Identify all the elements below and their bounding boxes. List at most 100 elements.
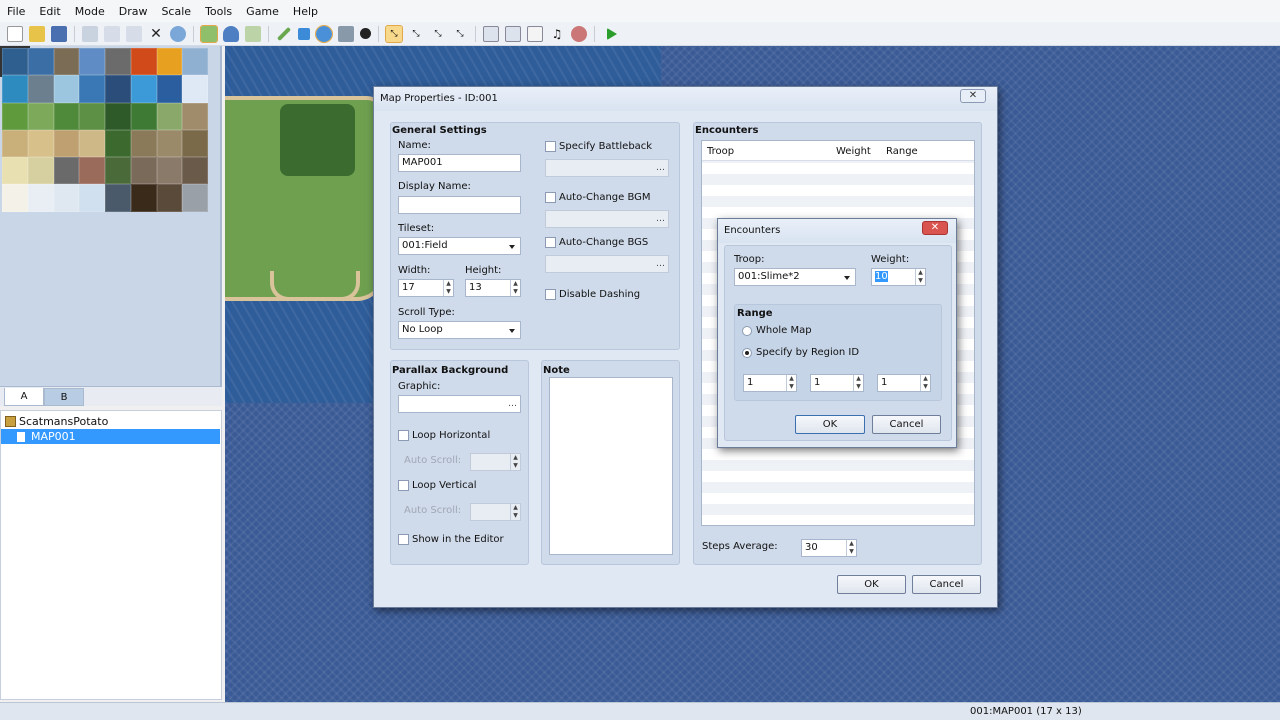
tile[interactable] — [27, 102, 54, 130]
tile[interactable] — [130, 75, 157, 103]
ellipse-icon[interactable] — [315, 24, 333, 43]
tile[interactable] — [105, 157, 131, 185]
shadow-pen-icon[interactable] — [360, 28, 371, 39]
region-mode-icon[interactable] — [245, 25, 261, 42]
steps-average-stepper[interactable]: 30 ▲ ▼ — [801, 539, 857, 557]
character-generator-icon[interactable] — [571, 25, 587, 42]
cancel-button[interactable]: Cancel — [912, 575, 981, 594]
copy-icon[interactable] — [104, 25, 120, 42]
zoom-half-icon[interactable]: ⤡ — [408, 26, 424, 42]
column-weight[interactable]: Weight — [836, 146, 871, 157]
tile[interactable] — [2, 102, 28, 130]
tile[interactable] — [130, 184, 157, 212]
width-spin-arrows[interactable]: ▲ ▼ — [443, 280, 453, 296]
troop-select[interactable]: 001:Slime*2 — [734, 268, 856, 286]
column-range[interactable]: Range — [886, 146, 918, 157]
tile[interactable] — [156, 48, 183, 76]
tile[interactable] — [105, 184, 131, 212]
undo-icon[interactable] — [170, 25, 186, 42]
disable-dashing-checkbox[interactable]: Disable Dashing — [545, 289, 640, 300]
weight-spin-arrows[interactable]: ▲ ▼ — [915, 269, 925, 285]
spin-arrows[interactable]: ▲ ▼ — [786, 375, 796, 391]
tile[interactable] — [53, 157, 80, 185]
tile[interactable] — [105, 75, 131, 103]
tile[interactable] — [105, 48, 131, 76]
new-project-icon[interactable] — [7, 25, 23, 42]
menu-mode[interactable]: Mode — [68, 5, 112, 18]
rectangle-icon[interactable] — [298, 27, 310, 40]
show-in-editor-checkbox[interactable]: Show in the Editor — [398, 534, 504, 545]
display-name-input[interactable] — [398, 196, 521, 214]
tileset-select[interactable]: 001:Field — [398, 237, 521, 255]
spin-arrows[interactable]: ▲ ▼ — [853, 375, 863, 391]
whole-map-radio[interactable]: Whole Map — [742, 325, 812, 336]
tree-root[interactable]: ScatmansPotato — [5, 414, 108, 429]
tile[interactable] — [182, 75, 208, 103]
column-troop[interactable]: Troop — [707, 146, 734, 157]
tile[interactable] — [2, 157, 28, 185]
script-editor-icon[interactable] — [527, 25, 543, 42]
name-input[interactable]: MAP001 — [398, 154, 521, 172]
encounter-ok-button[interactable]: OK — [795, 415, 865, 434]
tile[interactable] — [53, 48, 80, 76]
delete-icon[interactable]: ✕ — [148, 26, 164, 42]
tab-b[interactable]: B — [44, 388, 84, 406]
tile[interactable] — [2, 75, 28, 103]
tree-item-map001[interactable]: MAP001 — [1, 429, 220, 444]
spin-arrows[interactable]: ▲ ▼ — [920, 375, 930, 391]
tile[interactable] — [182, 48, 208, 76]
specify-battleback-checkbox[interactable]: Specify Battleback — [545, 141, 652, 152]
tile[interactable] — [156, 184, 183, 212]
tile[interactable] — [182, 129, 208, 158]
menu-game[interactable]: Game — [239, 5, 286, 18]
tile[interactable] — [27, 184, 54, 212]
weight-stepper[interactable]: 10 ▲ ▼ — [871, 268, 926, 286]
paste-icon[interactable] — [126, 25, 142, 42]
region-3-stepper[interactable]: 1 ▲ ▼ — [877, 374, 931, 392]
ok-button[interactable]: OK — [837, 575, 906, 594]
scroll-type-select[interactable]: No Loop — [398, 321, 521, 339]
open-folder-icon[interactable] — [29, 25, 45, 42]
tile[interactable] — [27, 129, 54, 158]
pencil-icon[interactable] — [276, 26, 292, 41]
tile[interactable] — [27, 75, 54, 103]
tile[interactable] — [105, 129, 131, 158]
tile[interactable] — [130, 102, 157, 130]
resource-manager-icon[interactable] — [505, 25, 521, 42]
zoom-1x-icon[interactable]: ⤡ — [385, 24, 403, 43]
tile[interactable] — [53, 75, 80, 103]
tile[interactable] — [27, 157, 54, 185]
tile-grid[interactable] — [0, 45, 208, 212]
event-mode-icon[interactable] — [223, 25, 239, 42]
note-textarea[interactable] — [549, 377, 673, 555]
cut-icon[interactable] — [82, 25, 98, 42]
auto-change-bgm-checkbox[interactable]: Auto-Change BGM — [545, 192, 651, 203]
tile[interactable] — [182, 157, 208, 185]
tile[interactable] — [79, 48, 105, 76]
zoom-quarter-icon[interactable]: ⤡ — [430, 26, 446, 42]
auto-change-bgs-checkbox[interactable]: Auto-Change BGS — [545, 237, 648, 248]
region-2-stepper[interactable]: 1 ▲ ▼ — [810, 374, 864, 392]
parallax-graphic-field[interactable]: … — [398, 395, 521, 413]
tile[interactable] — [0, 45, 30, 78]
tile[interactable] — [130, 129, 157, 158]
region-1-stepper[interactable]: 1 ▲ ▼ — [743, 374, 797, 392]
playtest-icon[interactable] — [607, 27, 617, 40]
tile[interactable] — [2, 129, 28, 158]
tile[interactable] — [182, 184, 208, 212]
tile[interactable] — [2, 184, 28, 212]
flood-fill-icon[interactable] — [338, 25, 354, 42]
region-id-radio[interactable]: Specify by Region ID — [742, 347, 859, 358]
save-icon[interactable] — [51, 25, 67, 42]
tile[interactable] — [53, 102, 80, 130]
tile[interactable] — [79, 129, 105, 158]
tile[interactable] — [156, 75, 183, 103]
loop-horizontal-checkbox[interactable]: Loop Horizontal — [398, 430, 490, 441]
tile[interactable] — [53, 129, 80, 158]
height-stepper[interactable]: 13 ▲ ▼ — [465, 279, 521, 297]
tile[interactable] — [53, 184, 80, 212]
menu-file[interactable]: File — [0, 5, 32, 18]
width-stepper[interactable]: 17 ▲ ▼ — [398, 279, 454, 297]
tile[interactable] — [130, 48, 157, 76]
tile[interactable] — [182, 102, 208, 130]
